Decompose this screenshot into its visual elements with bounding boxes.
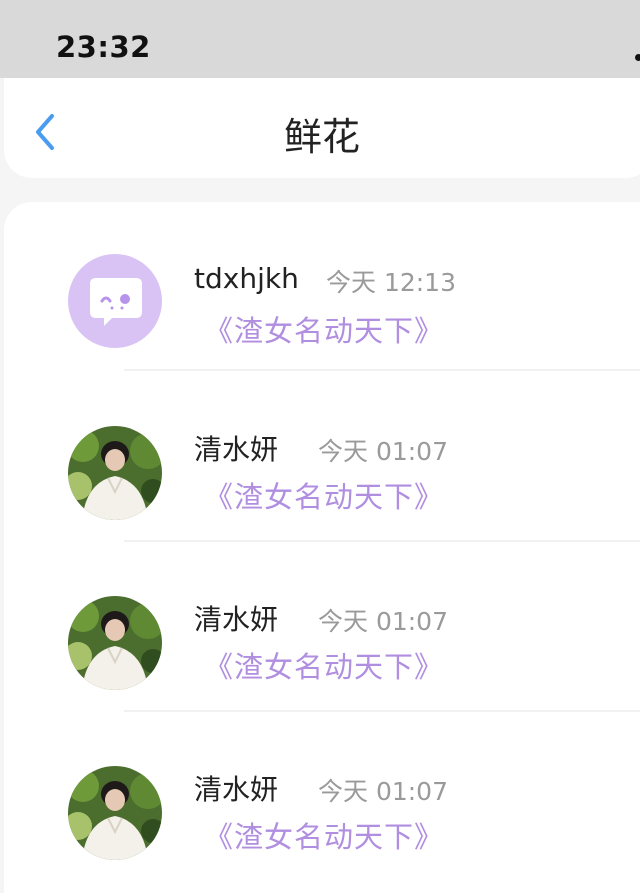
navigation-header: 鲜花 (4, 78, 640, 178)
book-link[interactable]: 《渣女名动天下》 (204, 308, 444, 350)
send-time: 今天 01:07 (318, 607, 448, 636)
book-link[interactable]: 《渣女名动天下》 (204, 474, 444, 516)
page-title: 鲜花 (283, 115, 360, 159)
send-time: 今天 01:07 (318, 777, 448, 806)
list-item[interactable]: 清水妍 今天 01:07 《渣女名动天下》 (4, 712, 640, 882)
user-photo-avatar (68, 596, 162, 690)
signal-icon (635, 54, 640, 61)
flower-list: tdxhjkh 今天 12:13 《渣女名动天下》 清水妍 今天 01:07 《… (4, 202, 640, 893)
sender-name: 清水妍 (194, 603, 279, 636)
send-time: 今天 01:07 (318, 437, 448, 466)
divider (124, 369, 640, 371)
list-item[interactable]: 清水妍 今天 01:07 《渣女名动天下》 (4, 542, 640, 712)
chat-bubble-avatar-icon (90, 278, 142, 326)
list-item[interactable]: 清水妍 今天 01:07 《渣女名动天下》 (4, 372, 640, 542)
sender-name: 清水妍 (194, 433, 279, 466)
send-time: 今天 12:13 (326, 268, 456, 297)
user-photo-avatar (68, 426, 162, 520)
sender-name: 清水妍 (194, 773, 279, 806)
avatar[interactable] (68, 766, 162, 860)
page: 23:32 鲜花 tdxhjkh 今天 12:13 《渣女名动天下》 清水妍 今… (0, 0, 640, 893)
avatar[interactable] (68, 254, 162, 348)
book-link[interactable]: 《渣女名动天下》 (204, 644, 444, 686)
list-item[interactable]: tdxhjkh 今天 12:13 《渣女名动天下》 (4, 202, 640, 372)
book-link[interactable]: 《渣女名动天下》 (204, 814, 444, 856)
status-time: 23:32 (56, 30, 151, 64)
avatar[interactable] (68, 426, 162, 520)
avatar[interactable] (68, 596, 162, 690)
status-bar: 23:32 (0, 0, 640, 78)
user-photo-avatar (68, 766, 162, 860)
sender-name: tdxhjkh (194, 262, 299, 295)
